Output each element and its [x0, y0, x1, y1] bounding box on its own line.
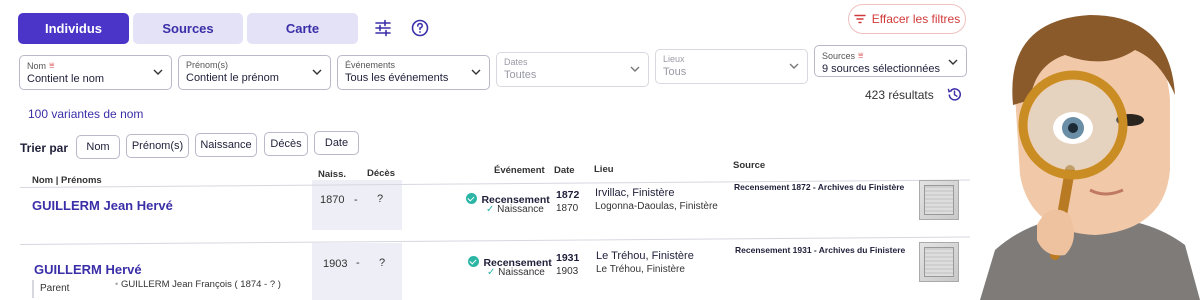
event-sub: ✓ Naissance	[487, 267, 545, 278]
filter-funnel-icon: ⩸	[858, 50, 864, 60]
chevron-down-icon	[471, 69, 481, 75]
bullet-icon: •	[115, 279, 119, 290]
clear-filters-label: Effacer les filtres	[871, 12, 961, 26]
event-sub: ✓ Naissance	[486, 204, 544, 215]
help-circle-icon[interactable]	[410, 18, 430, 38]
filter-label: Prénom(s)	[186, 60, 229, 70]
col-header-date: Date	[554, 165, 575, 176]
filter-lieux[interactable]: Lieux Tous	[655, 49, 808, 84]
results-count: 423 résultats	[865, 88, 934, 102]
col-header-event: Événement	[494, 165, 545, 176]
chevron-down-icon	[153, 69, 163, 75]
source-thumbnail[interactable]	[919, 242, 959, 282]
death-year: ?	[377, 193, 384, 205]
event-sub-label: Naissance	[497, 204, 544, 215]
filter-sources[interactable]: Sources ⩸ 9 sources sélectionnées	[814, 45, 967, 77]
tab-sources[interactable]: Sources	[133, 13, 243, 44]
birth-date: 1903	[556, 266, 579, 277]
date-separator: -	[356, 257, 360, 269]
source-title[interactable]: Recensement 1931 - Archives du Finistere	[735, 245, 905, 255]
filter-value: Toutes	[504, 69, 537, 81]
relation-bar	[32, 280, 34, 298]
source-thumbnail[interactable]	[919, 180, 959, 220]
filter-lines-icon	[854, 14, 866, 24]
filter-value: Tous les événements	[345, 72, 449, 84]
filter-dates[interactable]: Dates Toutes	[496, 52, 649, 87]
history-icon[interactable]	[946, 86, 963, 103]
person-name-link[interactable]: GUILLERM Hervé	[34, 262, 142, 277]
birth-column-shade-2	[312, 243, 402, 300]
person-name-link[interactable]: GUILLERM Jean Hervé	[32, 198, 173, 213]
tab-individus[interactable]: Individus	[18, 13, 129, 44]
event-sub-label: Naissance	[498, 267, 545, 278]
sort-prenom-button[interactable]: Prénom(s)	[126, 134, 189, 158]
sliders-icon[interactable]	[373, 18, 393, 38]
col-header-birth: Naiss.	[318, 169, 346, 180]
filter-label: Dates	[504, 57, 528, 67]
col-header-death: Décès	[367, 168, 395, 179]
sort-nom-button[interactable]: Nom	[76, 135, 120, 159]
filter-evenements[interactable]: Événements Tous les événements	[337, 55, 490, 90]
sort-deces-button[interactable]: Décès	[264, 132, 308, 156]
event-date: 1872	[556, 189, 580, 201]
relation-person: GUILLERM Jean François ( 1874 - ? )	[120, 279, 281, 290]
filter-value: Contient le nom	[27, 73, 105, 85]
child-magnifier-illustration	[980, 15, 1200, 300]
birth-year: 1903	[323, 258, 348, 270]
date-separator: -	[354, 194, 358, 206]
check-circle-icon	[466, 193, 477, 205]
filter-value: Tous	[663, 66, 687, 78]
relation-label: Parent	[40, 283, 70, 294]
filter-prenom[interactable]: Prénom(s) Contient le prénom	[178, 55, 331, 90]
filter-label: Événements	[345, 60, 396, 70]
filter-value: 9 sources sélectionnées	[822, 63, 940, 75]
name-variants-link[interactable]: 100 variantes de nom	[28, 107, 143, 121]
col-header-place: Lieu	[594, 164, 614, 175]
event-place: Le Tréhou, Finistère	[596, 250, 694, 262]
sort-naissance-button[interactable]: Naissance	[195, 133, 257, 157]
col-header-name: Nom | Prénoms	[32, 175, 102, 186]
filter-nom[interactable]: Nom ⩸ Contient le nom	[19, 55, 172, 90]
source-title[interactable]: Recensement 1872 - Archives du Finistère	[734, 182, 904, 192]
relation-value: • GUILLERM Jean François ( 1874 - ? )	[115, 279, 281, 290]
sort-label: Trier par	[20, 141, 69, 155]
chevron-down-icon	[630, 66, 640, 72]
row-divider	[19, 236, 970, 245]
filter-label: Sources	[822, 50, 856, 61]
filter-label: Lieux	[663, 54, 685, 64]
birth-place: Le Tréhou, Finistère	[596, 264, 685, 275]
check-icon: ✓	[486, 204, 495, 215]
event-date: 1931	[556, 252, 580, 264]
birth-date: 1870	[556, 203, 579, 214]
birth-place: Logonna-Daoulas, Finistère	[595, 201, 718, 212]
sort-date-button[interactable]: Date	[314, 131, 359, 155]
event-place: Irvillac, Finistère	[595, 187, 675, 199]
filter-funnel-icon: ⩸	[49, 60, 55, 70]
death-year: ?	[379, 257, 386, 269]
filter-value: Contient le prénom	[186, 72, 279, 84]
filter-label: Nom	[27, 60, 47, 71]
chevron-down-icon	[948, 59, 958, 65]
clear-filters-button[interactable]: Effacer les filtres	[848, 4, 966, 34]
tab-carte[interactable]: Carte	[247, 13, 358, 44]
col-header-source: Source	[733, 160, 766, 171]
check-circle-icon	[468, 256, 479, 268]
check-icon: ✓	[487, 267, 496, 278]
birth-year: 1870	[320, 194, 345, 206]
chevron-down-icon	[312, 69, 322, 75]
chevron-down-icon	[789, 63, 799, 69]
